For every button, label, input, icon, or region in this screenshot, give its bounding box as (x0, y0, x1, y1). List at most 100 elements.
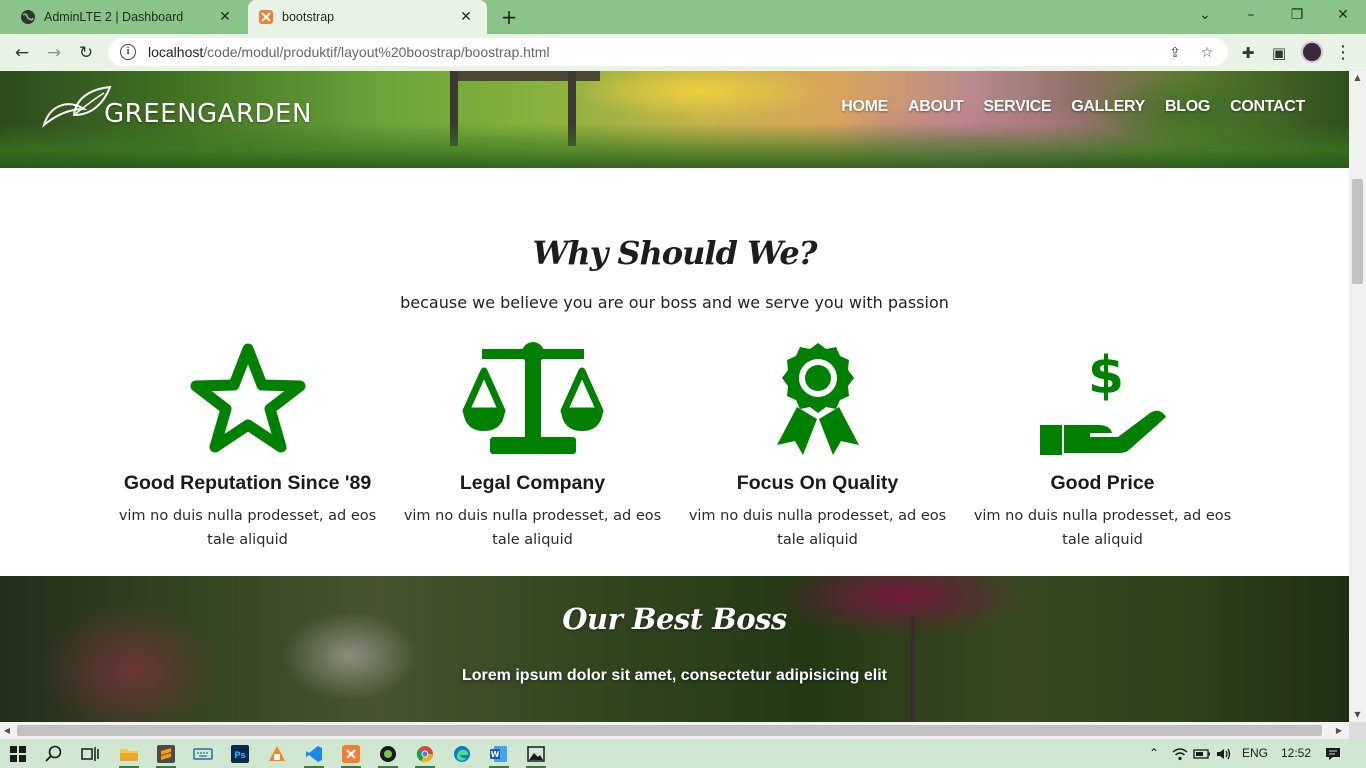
url-host: localhost (148, 44, 204, 60)
windows-taskbar: Ps W ⌃ ENG 12:52 (0, 739, 1366, 768)
bench-decoration (450, 71, 600, 81)
svg-text:$: $ (1087, 346, 1123, 406)
nav-service[interactable]: SERVICE (983, 98, 1051, 116)
brand-name: GREENGARDEN (104, 99, 312, 129)
our-best-boss-section: Our Best Boss Lorem ipsum dolor sit amet… (0, 576, 1349, 722)
task-view-icon[interactable] (78, 742, 102, 765)
notifications-icon[interactable] (1322, 739, 1344, 768)
leaf-logo-icon (42, 85, 112, 128)
search-icon[interactable] (42, 742, 66, 765)
browser-tab-bar: AdminLTE 2 | Dashboard ✕ bootstrap ✕ + ⌄… (0, 0, 1366, 34)
feature-text: vim no duis nulla prodesset, ad eos tale… (688, 508, 947, 548)
site-info-icon[interactable]: i (120, 44, 136, 60)
nav-gallery[interactable]: GALLERY (1071, 98, 1145, 116)
windows-start-icon[interactable] (6, 742, 30, 765)
battery-icon[interactable] (1192, 739, 1212, 768)
tab-adminlte-dashboard[interactable]: AdminLTE 2 | Dashboard ✕ (0, 0, 246, 34)
xampp-taskbar-icon[interactable] (339, 742, 363, 768)
feature-legal: Legal Company vim no duis nulla prodesse… (390, 341, 675, 551)
tab-search-chevron-icon[interactable]: ⌄ (1182, 0, 1228, 30)
grass-decoration (0, 123, 1349, 168)
feature-title: Good Reputation Since '89 (123, 472, 372, 494)
volume-icon[interactable] (1214, 739, 1234, 768)
browser-menu-icon[interactable]: ⋮ (1333, 42, 1353, 64)
globe-icon (20, 9, 36, 25)
address-bar[interactable]: i localhost/code/modul/produktif/layout%… (108, 38, 1228, 66)
feature-text: vim no duis nulla prodesset, ad eos tale… (403, 508, 662, 548)
feature-title: Focus On Quality (736, 472, 899, 494)
scroll-up-icon[interactable]: ▲ (1349, 71, 1366, 85)
minimize-button[interactable]: – (1228, 0, 1274, 30)
sublime-text-icon[interactable] (154, 742, 178, 768)
clock-time[interactable]: 12:52 (1276, 739, 1316, 768)
site-brand[interactable]: GREENGARDEN (40, 85, 312, 129)
horizontal-scrollbar[interactable]: ◀ ▶ (0, 722, 1349, 739)
bookmark-star-icon[interactable]: ☆ (1198, 44, 1216, 62)
svg-text:W: W (491, 750, 500, 759)
show-hidden-icons-icon[interactable]: ⌃ (1145, 739, 1163, 768)
scroll-right-icon[interactable]: ▶ (1332, 722, 1346, 739)
scroll-down-icon[interactable]: ▼ (1349, 708, 1366, 722)
input-language[interactable]: ENG (1238, 739, 1272, 768)
browser-toolbar: ← → ↻ i localhost/code/modul/produktif/l… (0, 34, 1366, 71)
photos-icon[interactable] (524, 742, 548, 768)
reload-icon[interactable]: ↻ (72, 39, 100, 67)
app-shapes-icon[interactable] (265, 742, 289, 765)
overlay-shade (0, 576, 1349, 722)
boss-section-subtitle: Lorem ipsum dolor sit amet, consectetur … (462, 667, 887, 684)
scrollbar-corner (1349, 722, 1366, 739)
feature-title: Legal Company (459, 472, 606, 494)
forward-arrow-icon[interactable]: → (40, 39, 68, 67)
vscode-icon[interactable] (302, 742, 326, 768)
why-section-subtitle: because we believe you are our boss and … (400, 293, 949, 312)
feature-reputation: Good Reputation Since '89 vim no duis nu… (105, 341, 390, 551)
tab-bootstrap[interactable]: bootstrap ✕ (248, 0, 487, 34)
share-icon[interactable]: ⇪ (1166, 44, 1184, 62)
file-explorer-icon[interactable] (117, 742, 141, 768)
balance-scale-icon (390, 341, 675, 456)
feature-text: vim no duis nulla prodesset, ad eos tale… (973, 508, 1232, 548)
side-panel-icon[interactable]: ▣ (1268, 42, 1290, 64)
nav-blog[interactable]: BLOG (1165, 98, 1210, 116)
close-window-button[interactable]: ✕ (1320, 0, 1366, 30)
why-section-title: Why Should We? (532, 234, 817, 272)
nav-contact[interactable]: CONTACT (1230, 98, 1305, 116)
nav-about[interactable]: ABOUT (908, 98, 964, 116)
wifi-icon[interactable] (1170, 739, 1190, 768)
hand-dollar-icon: $ (960, 341, 1245, 456)
keyboard-app-icon[interactable] (191, 742, 215, 765)
feature-text: vim no duis nulla prodesset, ad eos tale… (118, 508, 377, 548)
features-row: Good Reputation Since '89 vim no duis nu… (105, 341, 1245, 551)
tab-title: AdminLTE 2 | Dashboard (44, 10, 184, 24)
new-tab-button[interactable]: + (497, 6, 521, 28)
restore-button[interactable]: ❐ (1274, 0, 1320, 30)
nav-home[interactable]: HOME (841, 98, 888, 116)
profile-avatar[interactable] (1301, 41, 1323, 63)
tab-title: bootstrap (282, 10, 335, 24)
feature-price: $ Good Price vim no duis nulla prodesset… (960, 341, 1245, 551)
feature-quality: Focus On Quality vim no duis nulla prode… (675, 341, 960, 551)
vertical-scroll-thumb[interactable] (1352, 179, 1363, 284)
extensions-puzzle-icon[interactable]: ✚ (1237, 42, 1259, 64)
boss-section-title: Our Best Boss (562, 602, 787, 636)
tab-close-icon[interactable]: ✕ (457, 8, 475, 26)
star-icon (105, 341, 390, 456)
xampp-icon (258, 9, 274, 25)
chrome-icon[interactable] (413, 742, 437, 768)
svg-text:Ps: Ps (234, 751, 246, 761)
horizontal-scroll-thumb[interactable] (17, 725, 1322, 736)
edge-icon[interactable] (450, 742, 474, 765)
word-icon[interactable]: W (487, 742, 511, 768)
tab-close-icon[interactable]: ✕ (216, 8, 234, 26)
url-path: /code/modul/produktif/layout%20boostrap/… (203, 44, 550, 60)
photoshop-icon[interactable]: Ps (228, 742, 252, 765)
url-text: localhost/code/modul/produktif/layout%20… (148, 44, 550, 60)
main-navigation: HOME ABOUT SERVICE GALLERY BLOG CONTACT (841, 98, 1305, 116)
header-banner: GREENGARDEN HOME ABOUT SERVICE GALLERY B… (0, 71, 1349, 168)
back-arrow-icon[interactable]: ← (8, 39, 36, 67)
vertical-scrollbar[interactable]: ▲ ▼ (1349, 71, 1366, 722)
scroll-left-icon[interactable]: ◀ (0, 722, 14, 739)
app-disc-icon[interactable] (376, 742, 400, 768)
page-viewport: GREENGARDEN HOME ABOUT SERVICE GALLERY B… (0, 71, 1349, 722)
feature-title: Good Price (1050, 472, 1155, 494)
